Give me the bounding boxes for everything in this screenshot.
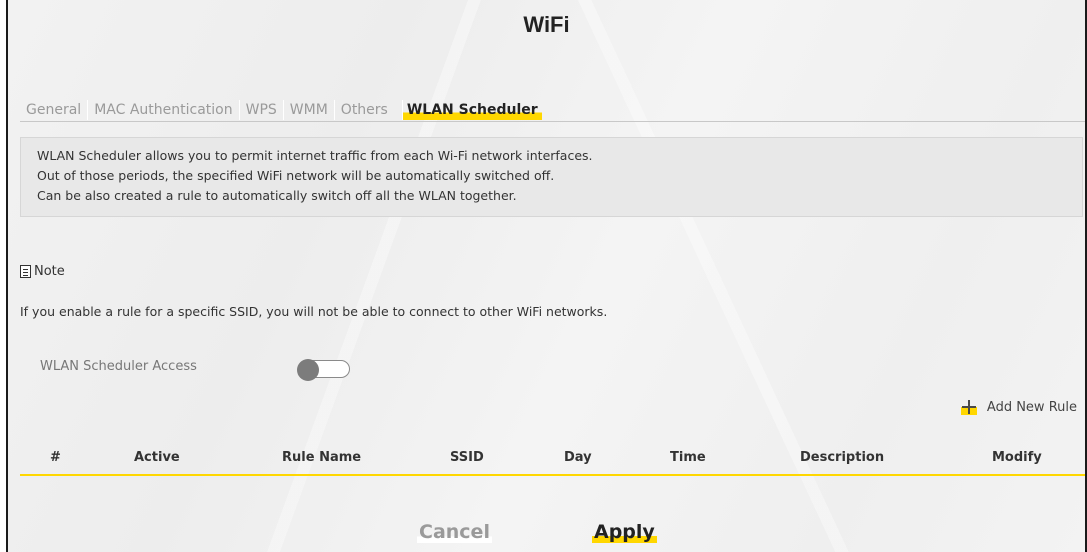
tab-wps[interactable]: WPS	[238, 100, 283, 120]
note-icon	[20, 265, 31, 278]
table-header-underline	[20, 474, 1085, 476]
column-header-active: Active	[134, 450, 180, 465]
column-header-ssid: SSID	[450, 450, 484, 465]
add-new-rule-button[interactable]: Add New Rule	[960, 399, 1077, 415]
description-line: WLAN Scheduler allows you to permit inte…	[37, 148, 593, 163]
column-header-description: Description	[800, 450, 885, 465]
tab-bar: General MAC Authentication WPS WMM Other…	[20, 100, 542, 120]
description-line: Can be also created a rule to automatica…	[37, 188, 517, 203]
note-heading: Note	[20, 264, 65, 279]
tab-general[interactable]: General	[20, 100, 87, 120]
column-header-day: Day	[564, 450, 592, 465]
column-header-modify: Modify	[992, 450, 1042, 465]
wlan-scheduler-access-toggle[interactable]	[297, 359, 350, 381]
note-text: If you enable a rule for a specific SSID…	[20, 304, 608, 319]
tab-divider	[20, 121, 1085, 122]
column-header-time: Time	[670, 450, 706, 465]
rules-table-header: # Active Rule Name SSID Day Time Descrip…	[20, 442, 1085, 474]
tab-wmm[interactable]: WMM	[282, 100, 334, 120]
description-box: WLAN Scheduler allows you to permit inte…	[20, 137, 1083, 217]
tab-mac-authentication[interactable]: MAC Authentication	[87, 100, 238, 120]
page-title: WiFi	[523, 12, 570, 37]
description-line: Out of those periods, the specified WiFi…	[37, 168, 555, 183]
plus-icon	[960, 399, 977, 415]
tab-wlan-scheduler[interactable]: WLAN Scheduler	[401, 100, 542, 120]
apply-button[interactable]: Apply	[592, 521, 657, 543]
settings-panel: WiFi General MAC Authentication WPS WMM …	[6, 0, 1087, 552]
wlan-scheduler-access-label: WLAN Scheduler Access	[40, 359, 197, 374]
cancel-button[interactable]: Cancel	[417, 521, 492, 543]
tab-others[interactable]: Others	[333, 100, 394, 120]
add-new-rule-label: Add New Rule	[986, 399, 1077, 415]
note-heading-label: Note	[34, 264, 65, 279]
toggle-knob	[297, 359, 319, 381]
column-header-number: #	[50, 450, 61, 465]
column-header-rule-name: Rule Name	[282, 450, 362, 465]
